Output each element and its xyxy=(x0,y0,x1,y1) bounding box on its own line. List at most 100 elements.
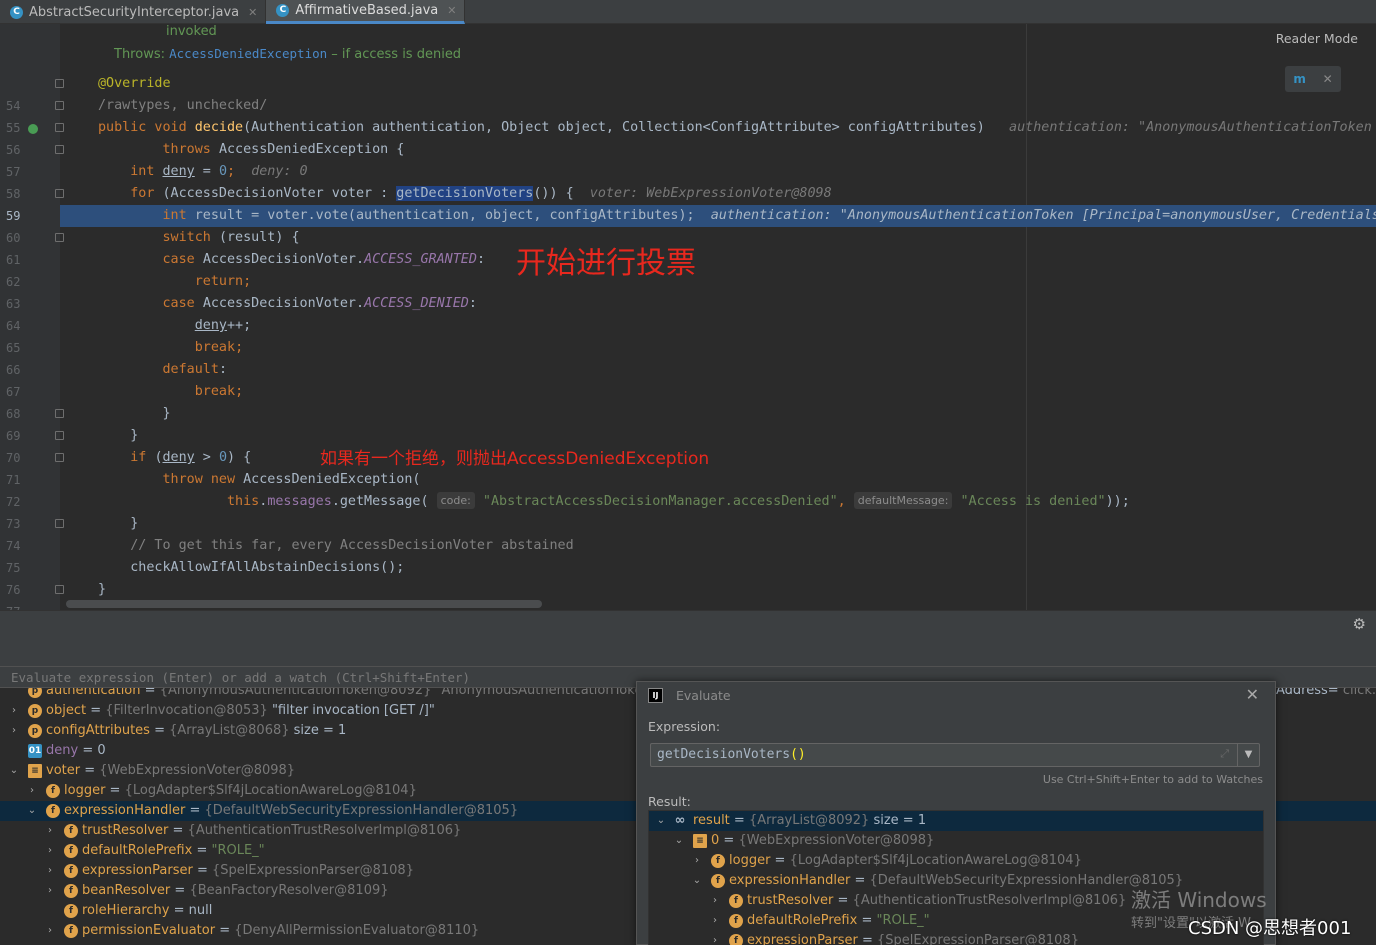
fold-icon[interactable] xyxy=(55,453,64,462)
class-icon: C xyxy=(276,4,290,17)
var-overflow-text: Address= click... xyxy=(1276,688,1376,698)
code-line-56[interactable]: 56 public void decide(Authentication aut… xyxy=(0,117,1376,157)
chevron-right-icon[interactable]: › xyxy=(8,701,20,721)
code-line-72[interactable]: 72 throw new AccessDeniedException( xyxy=(0,469,1376,509)
code-line-58[interactable]: 58 int deny = 0; deny: 0 xyxy=(0,161,1376,201)
code-line-66[interactable]: 66 break; xyxy=(0,337,1376,377)
chevron-down-icon[interactable]: ⌄ xyxy=(691,871,703,891)
tab-affirmative-based[interactable]: C AffirmativeBased.java ✕ xyxy=(266,0,466,24)
field-icon: f xyxy=(64,904,78,918)
code-line-59[interactable]: 59 for (AccessDecisionVoter voter : getD… xyxy=(0,183,1376,223)
chevron-right-icon[interactable]: › xyxy=(709,891,721,911)
fold-icon[interactable] xyxy=(55,519,64,528)
parameter-icon: p xyxy=(28,724,42,738)
field-icon: f xyxy=(711,854,725,868)
close-icon[interactable]: ✕ xyxy=(248,6,257,19)
javadoc-invoked: invoked xyxy=(166,24,217,39)
fold-icon[interactable] xyxy=(55,189,64,198)
chevron-right-icon[interactable]: › xyxy=(691,851,703,871)
code-line-74[interactable]: 74 } xyxy=(0,513,1376,553)
field-icon: f xyxy=(64,924,78,938)
chevron-right-icon[interactable]: › xyxy=(8,721,20,741)
annotation-start-voting: 开始进行投票 xyxy=(516,246,696,281)
activate-windows-watermark: 激活 Windows xyxy=(1131,888,1267,912)
code-line-68[interactable]: 68 break; xyxy=(0,381,1376,421)
field-icon: f xyxy=(729,914,743,928)
field-icon: f xyxy=(64,824,78,838)
result-row-logger[interactable]: › f logger = {LogAdapter$Slf4jLocationAw… xyxy=(649,851,1263,871)
tab-abstract-security-interceptor[interactable]: C AbstractSecurityInterceptor.java ✕ xyxy=(0,0,267,24)
field-icon: f xyxy=(64,884,78,898)
expression-label: Expression: xyxy=(648,719,721,734)
annotation-deny-throw: 如果有一个拒绝，则抛出AccessDeniedException xyxy=(320,449,710,469)
line-number-60: 60 xyxy=(6,231,21,245)
tab-label: AffirmativeBased.java xyxy=(295,3,439,18)
field-icon: f xyxy=(46,784,60,798)
chevron-right-icon[interactable]: › xyxy=(44,841,56,861)
execution-point-line-60[interactable]: int result = voter.vote(authentication, … xyxy=(60,205,1376,227)
fold-icon[interactable] xyxy=(55,585,64,594)
local-variable-icon: 01 xyxy=(28,744,42,758)
chevron-down-icon[interactable]: ⌄ xyxy=(8,761,20,781)
expression-input[interactable]: getDecisionVoters() ⤢ ▼ xyxy=(650,743,1260,767)
expand-icon[interactable]: ⤢ xyxy=(1220,747,1229,761)
fold-icon[interactable] xyxy=(55,101,64,110)
chevron-right-icon[interactable]: › xyxy=(44,881,56,901)
parameter-icon: p xyxy=(28,704,42,718)
chevron-down-icon[interactable]: ⌄ xyxy=(26,801,38,821)
field-icon: f xyxy=(64,864,78,878)
code-line-69[interactable]: 69 } xyxy=(0,403,1376,443)
intellij-icon: IJ xyxy=(648,688,663,703)
fold-icon[interactable] xyxy=(55,409,64,418)
field-icon: f xyxy=(729,934,743,945)
evaluate-placeholder: Evaluate expression (Enter) or add a wat… xyxy=(11,670,471,685)
close-icon[interactable]: ✕ xyxy=(447,4,456,17)
class-icon: C xyxy=(10,5,23,19)
csdn-author-watermark: CSDN @思想者001 xyxy=(1188,918,1352,939)
field-icon: f xyxy=(729,894,743,908)
chevron-right-icon[interactable]: › xyxy=(44,821,56,841)
result-row-result[interactable]: ⌄ ∞ result = {ArrayList@8092} size = 1 xyxy=(649,811,1263,831)
reader-mode-toggle[interactable]: Reader Mode xyxy=(1276,31,1358,46)
horizontal-scrollbar[interactable] xyxy=(66,600,542,608)
fold-icon[interactable] xyxy=(55,79,64,88)
fold-icon[interactable] xyxy=(55,123,64,132)
chevron-right-icon[interactable]: › xyxy=(709,931,721,945)
watch-result-icon: ∞ xyxy=(674,813,686,828)
expression-value[interactable]: getDecisionVoters() xyxy=(657,747,806,762)
result-row-expression-parser[interactable]: › f expressionParser = {SpelExpressionPa… xyxy=(649,931,1263,945)
code-line-77[interactable]: 77 } xyxy=(0,579,1376,610)
code-line-54[interactable]: 54 @Override xyxy=(0,73,1376,113)
override-marker-icon[interactable] xyxy=(28,124,38,134)
chevron-right-icon[interactable]: › xyxy=(26,781,38,801)
evaluate-dialog-titlebar[interactable]: IJ Evaluate ✕ xyxy=(637,682,1277,710)
field-icon: f xyxy=(711,874,725,888)
code-line-64[interactable]: 64 case AccessDecisionVoter.ACCESS_DENIE… xyxy=(0,293,1376,333)
gear-icon[interactable]: ⚙ xyxy=(1353,615,1366,633)
editor-tab-bar: C AbstractSecurityInterceptor.java ✕ C A… xyxy=(0,0,1376,24)
code-line-76[interactable]: 76 checkAllowIfAllAbstainDecisions(); xyxy=(0,557,1376,597)
fold-icon[interactable] xyxy=(55,431,64,440)
fold-icon[interactable] xyxy=(55,233,64,242)
chevron-right-icon[interactable]: › xyxy=(709,911,721,931)
field-icon: f xyxy=(64,844,78,858)
code-line-65[interactable]: 65 deny++; xyxy=(0,315,1376,355)
local-object-icon: ≡ xyxy=(28,764,42,778)
history-dropdown-button[interactable]: ▼ xyxy=(1237,744,1259,766)
fold-icon[interactable] xyxy=(55,145,64,154)
field-icon: f xyxy=(46,804,60,818)
code-line-55[interactable]: 55 /rawtypes, unchecked/ xyxy=(0,95,1376,135)
code-editor[interactable]: invoked Throws: AccessDeniedException – … xyxy=(0,24,1376,610)
code-line-57[interactable]: 57 throws AccessDeniedException { xyxy=(0,139,1376,179)
chevron-down-icon[interactable]: ⌄ xyxy=(655,811,667,831)
chevron-down-icon[interactable]: ⌄ xyxy=(673,831,685,851)
chevron-right-icon[interactable]: › xyxy=(44,921,56,941)
result-row-0[interactable]: ⌄ ≡ 0 = {WebExpressionVoter@8098} xyxy=(649,831,1263,851)
chevron-right-icon[interactable]: › xyxy=(44,861,56,881)
code-line-73[interactable]: 73 this.messages.getMessage( code: "Abst… xyxy=(0,491,1376,531)
parameter-icon: p xyxy=(28,688,42,698)
close-icon[interactable]: ✕ xyxy=(1246,685,1259,704)
code-line-75[interactable]: 75 // To get this far, every AccessDecis… xyxy=(0,535,1376,575)
debugger-toolbar: ⚙ xyxy=(0,610,1376,666)
code-line-67[interactable]: 67 default: xyxy=(0,359,1376,399)
